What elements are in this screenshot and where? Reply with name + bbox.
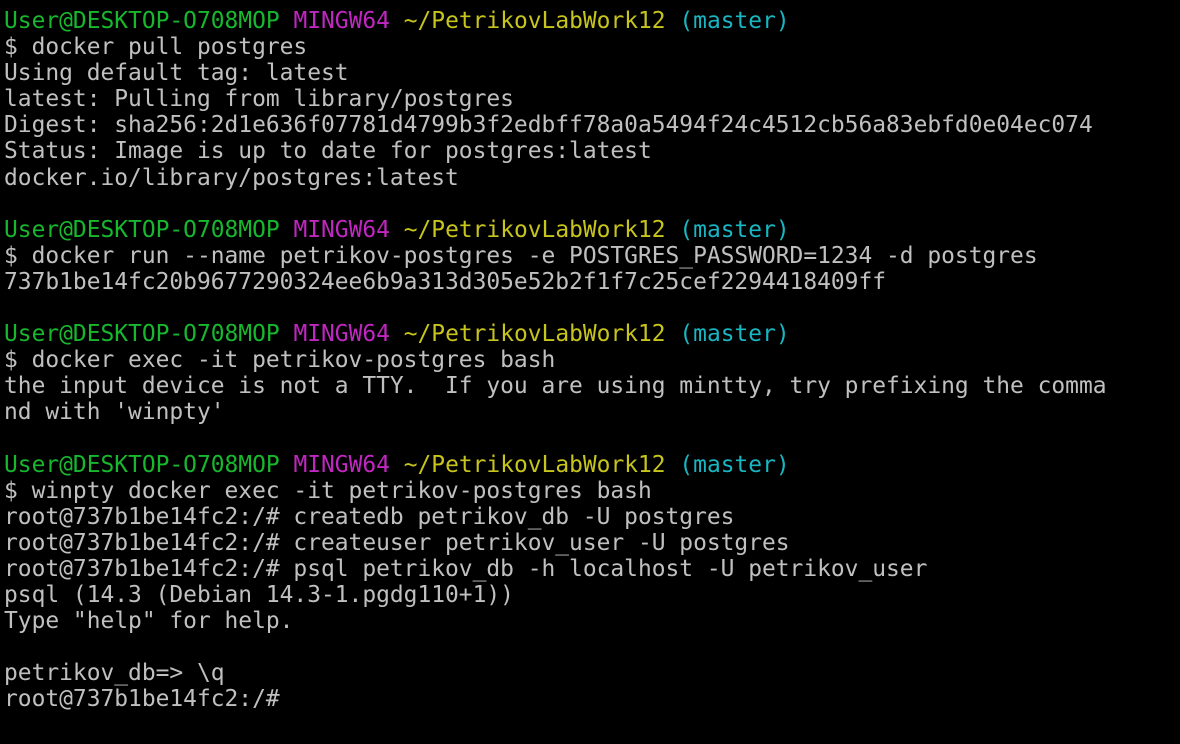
terminal-text: root@737b1be14fc2:/# createuser petrikov… bbox=[4, 529, 790, 556]
terminal-output: User@DESKTOP-O708MOP MINGW64 ~/PetrikovL… bbox=[4, 8, 1180, 713]
terminal-line: root@737b1be14fc2:/# createuser petrikov… bbox=[4, 530, 1180, 556]
terminal-text: latest: Pulling from library/postgres bbox=[4, 86, 514, 113]
terminal-text: Type "help" for help. bbox=[4, 608, 294, 635]
prompt-user-host: User@DESKTOP-O708MOP bbox=[4, 321, 280, 348]
prompt-path: ~/PetrikovLabWork12 bbox=[403, 451, 666, 478]
terminal-window[interactable]: User@DESKTOP-O708MOP MINGW64 ~/PetrikovL… bbox=[0, 0, 1180, 744]
prompt-mingw: MINGW64 bbox=[293, 451, 390, 478]
terminal-text: Status: Image is up to date for postgres… bbox=[4, 138, 652, 165]
prompt-branch: (master) bbox=[679, 216, 790, 243]
terminal-text: the input device is not a TTY. If you ar… bbox=[4, 373, 1107, 400]
terminal-line: docker.io/library/postgres:latest bbox=[4, 165, 1180, 191]
terminal-line: Status: Image is up to date for postgres… bbox=[4, 138, 1180, 164]
prompt-mingw: MINGW64 bbox=[293, 321, 390, 348]
terminal-line: $ docker run --name petrikov-postgres -e… bbox=[4, 243, 1180, 269]
terminal-text: root@737b1be14fc2:/# bbox=[4, 686, 280, 713]
prompt-user-host: User@DESKTOP-O708MOP bbox=[4, 8, 280, 34]
terminal-line: $ docker pull postgres bbox=[4, 34, 1180, 60]
terminal-line: petrikov_db=> \q bbox=[4, 660, 1180, 686]
terminal-line: User@DESKTOP-O708MOP MINGW64 ~/PetrikovL… bbox=[4, 321, 1180, 347]
prompt-branch: (master) bbox=[679, 8, 790, 34]
prompt-branch: (master) bbox=[679, 451, 790, 478]
terminal-line: User@DESKTOP-O708MOP MINGW64 ~/PetrikovL… bbox=[4, 452, 1180, 478]
terminal-text: docker.io/library/postgres:latest bbox=[4, 164, 459, 191]
terminal-line: 737b1be14fc20b9677290324ee6b9a313d305e52… bbox=[4, 269, 1180, 295]
terminal-text: root@737b1be14fc2:/# psql petrikov_db -h… bbox=[4, 555, 928, 582]
terminal-line: nd with 'winpty' bbox=[4, 399, 1180, 425]
prompt-path: ~/PetrikovLabWork12 bbox=[403, 216, 666, 243]
terminal-line: Using default tag: latest bbox=[4, 60, 1180, 86]
terminal-line: User@DESKTOP-O708MOP MINGW64 ~/PetrikovL… bbox=[4, 8, 1180, 34]
terminal-text: psql (14.3 (Debian 14.3-1.pgdg110+1)) bbox=[4, 582, 514, 609]
terminal-text: 737b1be14fc20b9677290324ee6b9a313d305e52… bbox=[4, 268, 887, 295]
terminal-text: $ docker run --name petrikov-postgres -e… bbox=[4, 242, 1038, 269]
prompt-path: ~/PetrikovLabWork12 bbox=[403, 8, 666, 34]
terminal-text: $ docker exec -it petrikov-postgres bash bbox=[4, 347, 556, 374]
prompt-user-host: User@DESKTOP-O708MOP bbox=[4, 451, 280, 478]
terminal-line: $ docker exec -it petrikov-postgres bash bbox=[4, 347, 1180, 373]
terminal-line: User@DESKTOP-O708MOP MINGW64 ~/PetrikovL… bbox=[4, 217, 1180, 243]
terminal-line: Digest: sha256:2d1e636f07781d4799b3f2edb… bbox=[4, 112, 1180, 138]
terminal-line: root@737b1be14fc2:/# psql petrikov_db -h… bbox=[4, 556, 1180, 582]
terminal-line: psql (14.3 (Debian 14.3-1.pgdg110+1)) bbox=[4, 582, 1180, 608]
terminal-text: $ winpty docker exec -it petrikov-postgr… bbox=[4, 477, 652, 504]
terminal-line: the input device is not a TTY. If you ar… bbox=[4, 373, 1180, 399]
terminal-text: nd with 'winpty' bbox=[4, 399, 225, 426]
prompt-path: ~/PetrikovLabWork12 bbox=[403, 321, 666, 348]
terminal-text: $ docker pull postgres bbox=[4, 34, 308, 61]
prompt-branch: (master) bbox=[679, 321, 790, 348]
terminal-text: Using default tag: latest bbox=[4, 60, 349, 87]
terminal-line: latest: Pulling from library/postgres bbox=[4, 86, 1180, 112]
terminal-line: Type "help" for help. bbox=[4, 608, 1180, 634]
terminal-line: root@737b1be14fc2:/# createdb petrikov_d… bbox=[4, 504, 1180, 530]
terminal-text: Digest: sha256:2d1e636f07781d4799b3f2edb… bbox=[4, 112, 1093, 139]
terminal-line: $ winpty docker exec -it petrikov-postgr… bbox=[4, 478, 1180, 504]
prompt-mingw: MINGW64 bbox=[293, 8, 390, 34]
prompt-user-host: User@DESKTOP-O708MOP bbox=[4, 216, 280, 243]
prompt-mingw: MINGW64 bbox=[293, 216, 390, 243]
terminal-text: petrikov_db=> \q bbox=[4, 660, 225, 687]
terminal-line: root@737b1be14fc2:/# bbox=[4, 686, 1180, 712]
terminal-text: root@737b1be14fc2:/# createdb petrikov_d… bbox=[4, 503, 735, 530]
